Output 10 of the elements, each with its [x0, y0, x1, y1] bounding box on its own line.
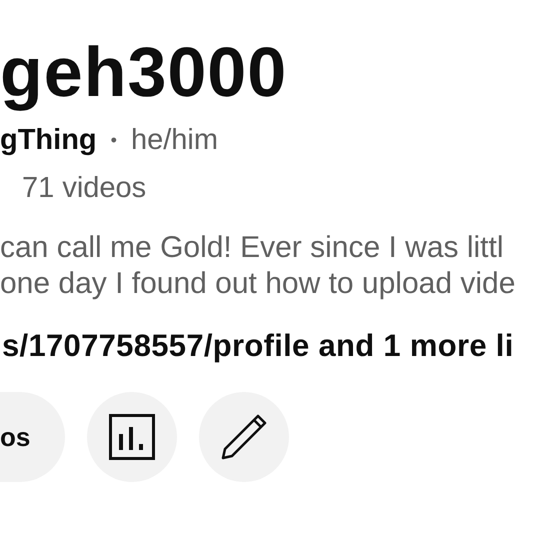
channel-handle: gThing — [0, 124, 97, 156]
separator-dot: • — [110, 130, 117, 150]
action-button[interactable]: os — [0, 392, 65, 482]
video-count: 71 videos — [22, 172, 146, 204]
pronouns: he/him — [130, 124, 218, 156]
description-line: one day I found out how to upload vide — [0, 266, 516, 302]
description-line: can call me Gold! Ever since I was littl — [0, 230, 505, 266]
pencil-icon — [220, 413, 268, 461]
bar-chart-icon — [109, 414, 155, 460]
profile-link[interactable]: s/1707758557/profile and 1 more li — [0, 328, 560, 364]
